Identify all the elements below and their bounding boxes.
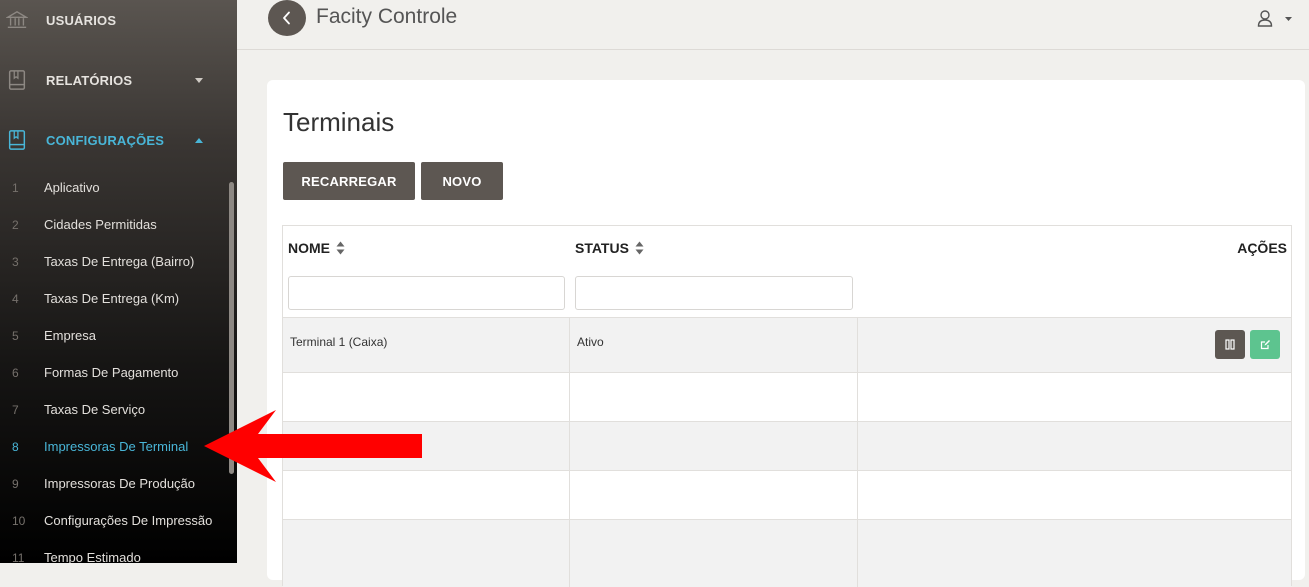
sidebar-item-tempo-estimado[interactable]: 11 Tempo Estimado <box>0 539 228 563</box>
item-label: Cidades Permitidas <box>44 217 157 232</box>
item-number: 9 <box>12 476 19 491</box>
sidebar-section-relatorios[interactable]: RELATÓRIOS <box>0 60 237 100</box>
empty-table-row <box>283 421 1291 470</box>
chevron-left-icon <box>283 11 290 25</box>
item-number: 11 <box>12 550 25 564</box>
sidebar-item-taxas-entrega-km[interactable]: 4 Taxas De Entrega (Km) <box>0 280 228 317</box>
column-divider <box>569 373 570 421</box>
item-number: 4 <box>12 291 19 306</box>
sidebar-item-impressoras-terminal[interactable]: 8 Impressoras De Terminal <box>0 428 228 465</box>
item-label: Impressoras De Terminal <box>44 439 189 454</box>
terminals-table: NOME STATUS AÇÕES Terminal 1 (Caixa) Ati… <box>282 225 1292 587</box>
empty-table-row <box>283 470 1291 519</box>
column-header-label: STATUS <box>575 240 629 256</box>
book-icon <box>8 70 26 90</box>
item-number: 8 <box>12 439 19 454</box>
edit-button[interactable] <box>1250 330 1280 359</box>
name-filter-input[interactable] <box>288 276 565 310</box>
red-arrow-annotation <box>204 410 422 482</box>
sidebar-item-empresa[interactable]: 5 Empresa <box>0 317 228 354</box>
item-number: 7 <box>12 402 19 417</box>
item-label: Taxas De Serviço <box>44 402 146 417</box>
sidebar-item-taxas-entrega-bairro[interactable]: 3 Taxas De Entrega (Bairro) <box>0 243 228 280</box>
item-number: 3 <box>12 254 19 269</box>
column-header-status[interactable]: STATUS <box>575 240 644 256</box>
bookmark-book-icon <box>8 130 26 150</box>
top-bar: Facity Controle <box>237 0 1309 50</box>
status-filter-input[interactable] <box>575 276 853 310</box>
sidebar-item-configuracoes-impressao[interactable]: 10 Configurações De Impressão <box>0 502 228 539</box>
item-label: Empresa <box>44 328 97 343</box>
empty-table-row <box>283 519 1291 587</box>
sort-icon[interactable] <box>635 241 644 255</box>
sort-icon[interactable] <box>336 241 345 255</box>
sidebar-item-taxas-servico[interactable]: 7 Taxas De Serviço <box>0 391 228 428</box>
user-menu[interactable] <box>1253 8 1297 30</box>
pause-icon <box>1225 339 1235 350</box>
column-divider <box>569 520 570 587</box>
item-label: Formas De Pagamento <box>44 365 179 380</box>
sidebar-section-configuracoes[interactable]: CONFIGURAÇÕES <box>0 120 237 160</box>
sidebar-section-usuarios[interactable]: USUÁRIOS <box>0 0 237 40</box>
chevron-up-icon <box>195 137 203 143</box>
item-label: Impressoras De Produção <box>44 476 196 491</box>
sidebar-section-label: CONFIGURAÇÕES <box>46 132 165 148</box>
main-card: Terminais RECARREGAR NOVO NOME STATUS AÇ… <box>267 80 1305 587</box>
empty-table-row <box>283 372 1291 421</box>
table-row[interactable]: Terminal 1 (Caixa) Ativo <box>283 317 1291 372</box>
item-label: Taxas De Entrega (Bairro) <box>44 254 195 269</box>
page-title: Terminais <box>283 107 395 137</box>
item-number: 1 <box>12 180 19 195</box>
back-button[interactable] <box>268 0 306 36</box>
edit-icon <box>1260 340 1270 350</box>
cell-status: Ativo <box>577 335 604 349</box>
cell-name: Terminal 1 (Caixa) <box>290 335 388 349</box>
user-icon <box>1257 10 1292 27</box>
item-number: 10 <box>12 513 26 528</box>
sidebar-section-label: RELATÓRIOS <box>46 72 133 88</box>
item-label: Configurações De Impressão <box>44 513 213 528</box>
column-header-label: NOME <box>288 240 330 256</box>
app-title: Facity Controle <box>316 5 458 28</box>
sidebar-section-label: USUÁRIOS <box>46 12 117 28</box>
reload-button[interactable]: RECARREGAR <box>283 162 415 200</box>
item-label: Aplicativo <box>44 180 100 195</box>
item-number: 2 <box>12 217 19 232</box>
column-divider <box>569 318 570 372</box>
sidebar-item-formas-pagamento[interactable]: 6 Formas De Pagamento <box>0 354 228 391</box>
column-header-name[interactable]: NOME <box>288 240 345 256</box>
sidebar-item-cidades-permitidas[interactable]: 2 Cidades Permitidas <box>0 206 228 243</box>
column-divider <box>857 520 858 587</box>
sidebar-item-aplicativo[interactable]: 1 Aplicativo <box>0 169 228 206</box>
column-divider <box>857 318 858 372</box>
chevron-down-icon <box>195 77 203 83</box>
column-divider <box>857 422 858 470</box>
bank-icon <box>6 10 28 29</box>
column-header-actions: AÇÕES <box>1237 240 1287 256</box>
sidebar-item-impressoras-producao[interactable]: 9 Impressoras De Produção <box>0 465 228 502</box>
item-label: Tempo Estimado <box>44 550 141 563</box>
column-divider <box>569 422 570 470</box>
pause-button[interactable] <box>1215 330 1245 359</box>
new-button[interactable]: NOVO <box>421 162 503 200</box>
column-divider <box>857 373 858 421</box>
column-divider <box>569 471 570 519</box>
column-header-label: AÇÕES <box>1237 240 1287 256</box>
column-divider <box>857 471 858 519</box>
item-number: 6 <box>12 365 19 380</box>
item-number: 5 <box>12 328 19 343</box>
item-label: Taxas De Entrega (Km) <box>44 291 180 306</box>
